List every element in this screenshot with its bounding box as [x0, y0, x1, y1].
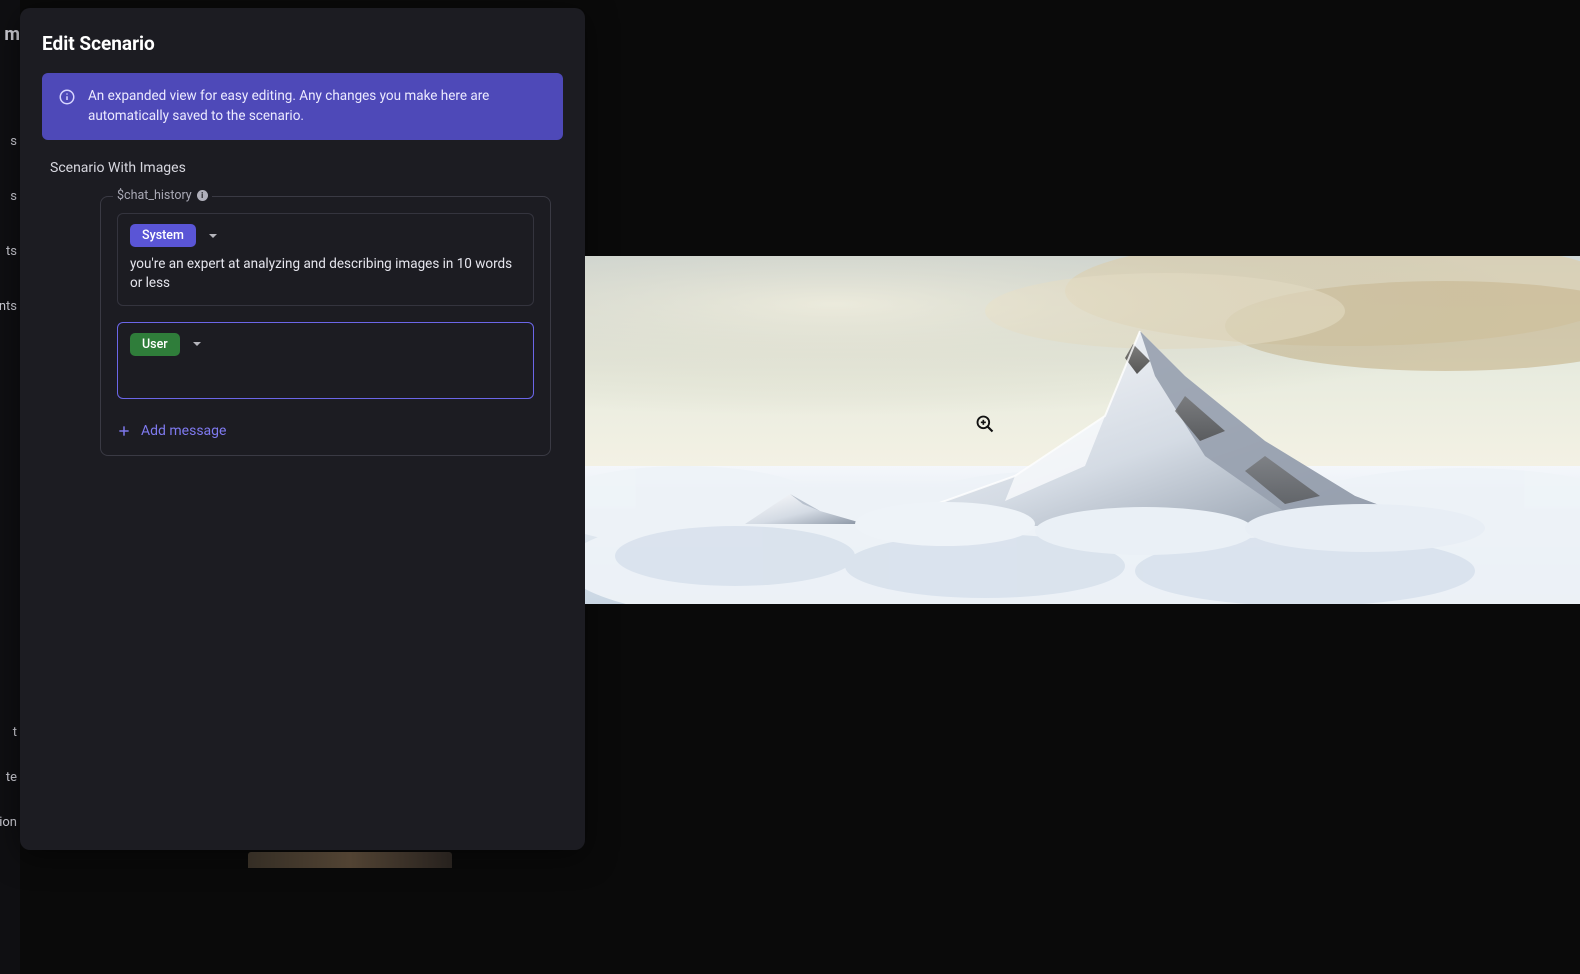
panel-title: Edit Scenario	[20, 8, 585, 73]
message-block-user[interactable]: User	[117, 322, 534, 399]
chevron-down-icon	[192, 339, 202, 349]
mountain-image	[585, 256, 1580, 604]
scenario-name: Scenario With Images	[20, 160, 585, 182]
sidebar-item[interactable]: s	[0, 185, 20, 208]
add-message-button[interactable]: Add message	[117, 421, 534, 441]
chevron-down-icon	[208, 231, 218, 241]
sidebar-item-active[interactable]: te	[0, 766, 20, 789]
message-block-system[interactable]: System you're an expert at analyzing and…	[117, 213, 534, 306]
sidebar-item[interactable]: ion	[0, 811, 20, 834]
image-viewer[interactable]	[585, 256, 1580, 604]
role-dropdown-caret[interactable]	[204, 227, 222, 245]
message-content[interactable]	[130, 364, 521, 386]
info-icon[interactable]: i	[197, 190, 208, 201]
app-sidebar: u m s s ts nts t te ion	[0, 0, 20, 974]
thumbnail-strip[interactable]	[248, 852, 452, 868]
role-dropdown-caret[interactable]	[188, 335, 206, 353]
role-badge-system[interactable]: System	[130, 224, 196, 247]
info-icon	[58, 88, 76, 106]
sidebar-item[interactable]: ts	[0, 240, 20, 263]
info-banner: An expanded view for easy editing. Any c…	[42, 73, 563, 140]
chat-var-legend: $chat_history i	[113, 188, 212, 203]
sidebar-item[interactable]: nts	[0, 295, 20, 318]
add-message-label: Add message	[141, 423, 226, 439]
sidebar-item[interactable]: t	[0, 721, 20, 744]
role-badge-user[interactable]: User	[130, 333, 180, 356]
edit-scenario-panel: Edit Scenario An expanded view for easy …	[20, 8, 585, 850]
chat-history-card: $chat_history i System you're an expert …	[100, 196, 551, 456]
chat-var-label: $chat_history	[117, 188, 192, 203]
sidebar-item[interactable]: s	[0, 130, 20, 153]
brand-fragment: u m	[0, 24, 20, 45]
message-content[interactable]: you're an expert at analyzing and descri…	[130, 255, 521, 293]
plus-icon	[117, 424, 131, 438]
sidebar-nav: s s ts nts	[0, 130, 20, 318]
sidebar-bottom-nav: t te ion	[0, 721, 20, 834]
info-banner-text: An expanded view for easy editing. Any c…	[88, 87, 547, 126]
